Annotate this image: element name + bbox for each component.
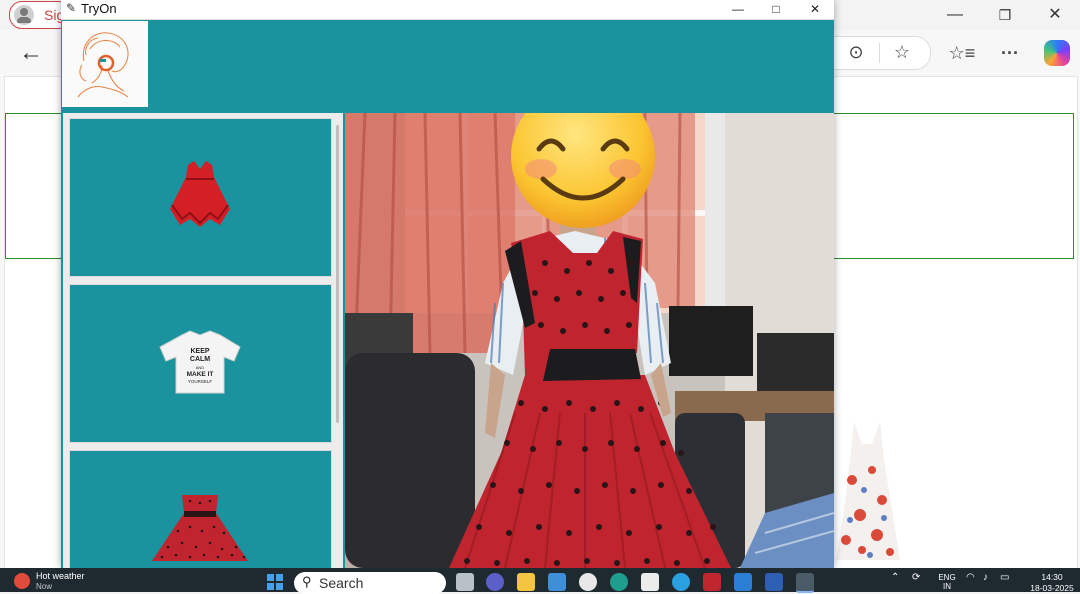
camera-preview — [345, 113, 834, 568]
list-scrollbar[interactable] — [336, 125, 339, 423]
mcafee-icon[interactable] — [703, 573, 721, 591]
windows-start-icon[interactable] — [267, 574, 283, 590]
tray-chevron-icon[interactable]: ⌃ — [891, 572, 899, 583]
svg-text:KEEP: KEEP — [190, 348, 209, 355]
task-view-icon[interactable] — [456, 573, 474, 591]
keep-calm-tshirt-image: KEEP CALM AND MAKE IT YOURSELF — [159, 330, 241, 394]
red-ruffle-dress-image — [170, 161, 230, 227]
app-title-bar[interactable]: ✎ TryOn — □ ✕ — [61, 0, 834, 20]
weather-widget[interactable]: Hot weather Now — [14, 571, 94, 591]
garment-item-red-ruffle-dress[interactable] — [69, 118, 332, 277]
floral-dress-image — [836, 422, 900, 560]
profile-avatar-icon — [14, 5, 34, 25]
sketch-woman-logo-icon: O — [77, 32, 129, 98]
vscode-icon[interactable] — [734, 573, 752, 591]
store-icon[interactable] — [641, 573, 659, 591]
favorite-star-icon[interactable]: ☆ — [888, 38, 916, 66]
garment-item-keep-calm-tshirt[interactable]: KEEP CALM AND MAKE IT YOURSELF — [69, 284, 332, 443]
windows-taskbar: Hot weather Now ⚲ Search ⌃ ⟳ ENG IN ◠ ♪ … — [0, 568, 1080, 594]
red-polka-dress-image — [152, 495, 248, 561]
svg-text:YOURSELF: YOURSELF — [188, 379, 213, 384]
search-icon: ⚲ — [302, 574, 312, 589]
clock-date: 18-03-2025 — [1030, 583, 1074, 593]
language-code: ENG — [938, 573, 956, 582]
app-logo: O — [62, 21, 148, 107]
taskbar-search-box[interactable]: ⚲ Search — [294, 572, 446, 594]
try-on-camera-image — [345, 113, 834, 568]
tryon-app-window: ✎ TryOn — □ ✕ O — [61, 0, 834, 569]
app-icon[interactable] — [548, 573, 566, 591]
language-indicator[interactable]: ENG IN — [937, 573, 957, 591]
teams-icon[interactable] — [486, 573, 504, 591]
app-close-button[interactable]: ✕ — [796, 0, 834, 19]
app-title: TryOn — [81, 1, 117, 16]
python-app-icon[interactable] — [796, 573, 814, 593]
green-outline-right — [833, 113, 1074, 259]
weather-title: Hot weather — [36, 571, 85, 581]
wifi-icon[interactable]: ◠ — [966, 572, 975, 583]
svg-text:MAKE IT: MAKE IT — [187, 371, 214, 378]
word-icon[interactable] — [765, 573, 783, 591]
edge-icon[interactable] — [610, 573, 628, 591]
feather-icon: ✎ — [66, 1, 77, 15]
back-arrow-icon[interactable]: ← — [16, 38, 46, 68]
search-label: Search — [319, 575, 364, 591]
copilot-icon[interactable] — [1044, 40, 1070, 66]
svg-text:AND: AND — [196, 365, 205, 370]
green-outline-left — [5, 113, 62, 259]
app-minimize-button[interactable]: — — [719, 0, 757, 19]
volume-icon[interactable]: ♪ — [983, 572, 988, 583]
clock-app-icon[interactable] — [579, 573, 597, 591]
battery-icon[interactable]: ▭ — [1000, 572, 1009, 583]
clock-time: 14:30 — [1041, 572, 1063, 582]
file-explorer-icon[interactable] — [517, 573, 535, 591]
garment-list-panel[interactable]: KEEP CALM AND MAKE IT YOURSELF — [63, 113, 343, 569]
sync-icon[interactable]: ⟳ — [912, 572, 920, 583]
settings-menu-icon[interactable]: ··· — [996, 39, 1024, 67]
app-maximize-button[interactable]: □ — [757, 0, 795, 19]
language-region: IN — [943, 582, 951, 591]
browser-restore-button[interactable]: ❐ — [982, 2, 1028, 28]
garment-item-red-polka-dress[interactable] — [69, 450, 332, 569]
chrome-icon[interactable] — [672, 573, 690, 591]
thermometer-icon — [14, 573, 30, 589]
weather-subtitle: Now — [36, 582, 53, 591]
svg-text:CALM: CALM — [190, 356, 210, 363]
favorites-list-icon[interactable]: ☆≡ — [948, 39, 976, 67]
divider — [879, 43, 880, 63]
reading-mode-icon[interactable]: ⊙ — [842, 38, 870, 66]
browser-minimize-button[interactable]: — — [932, 2, 978, 28]
browser-close-button[interactable]: ✕ — [1032, 2, 1078, 28]
system-clock[interactable]: 14:30 18-03-2025 — [1030, 572, 1074, 594]
address-bar-end[interactable]: ⊙ ☆ — [832, 36, 931, 70]
